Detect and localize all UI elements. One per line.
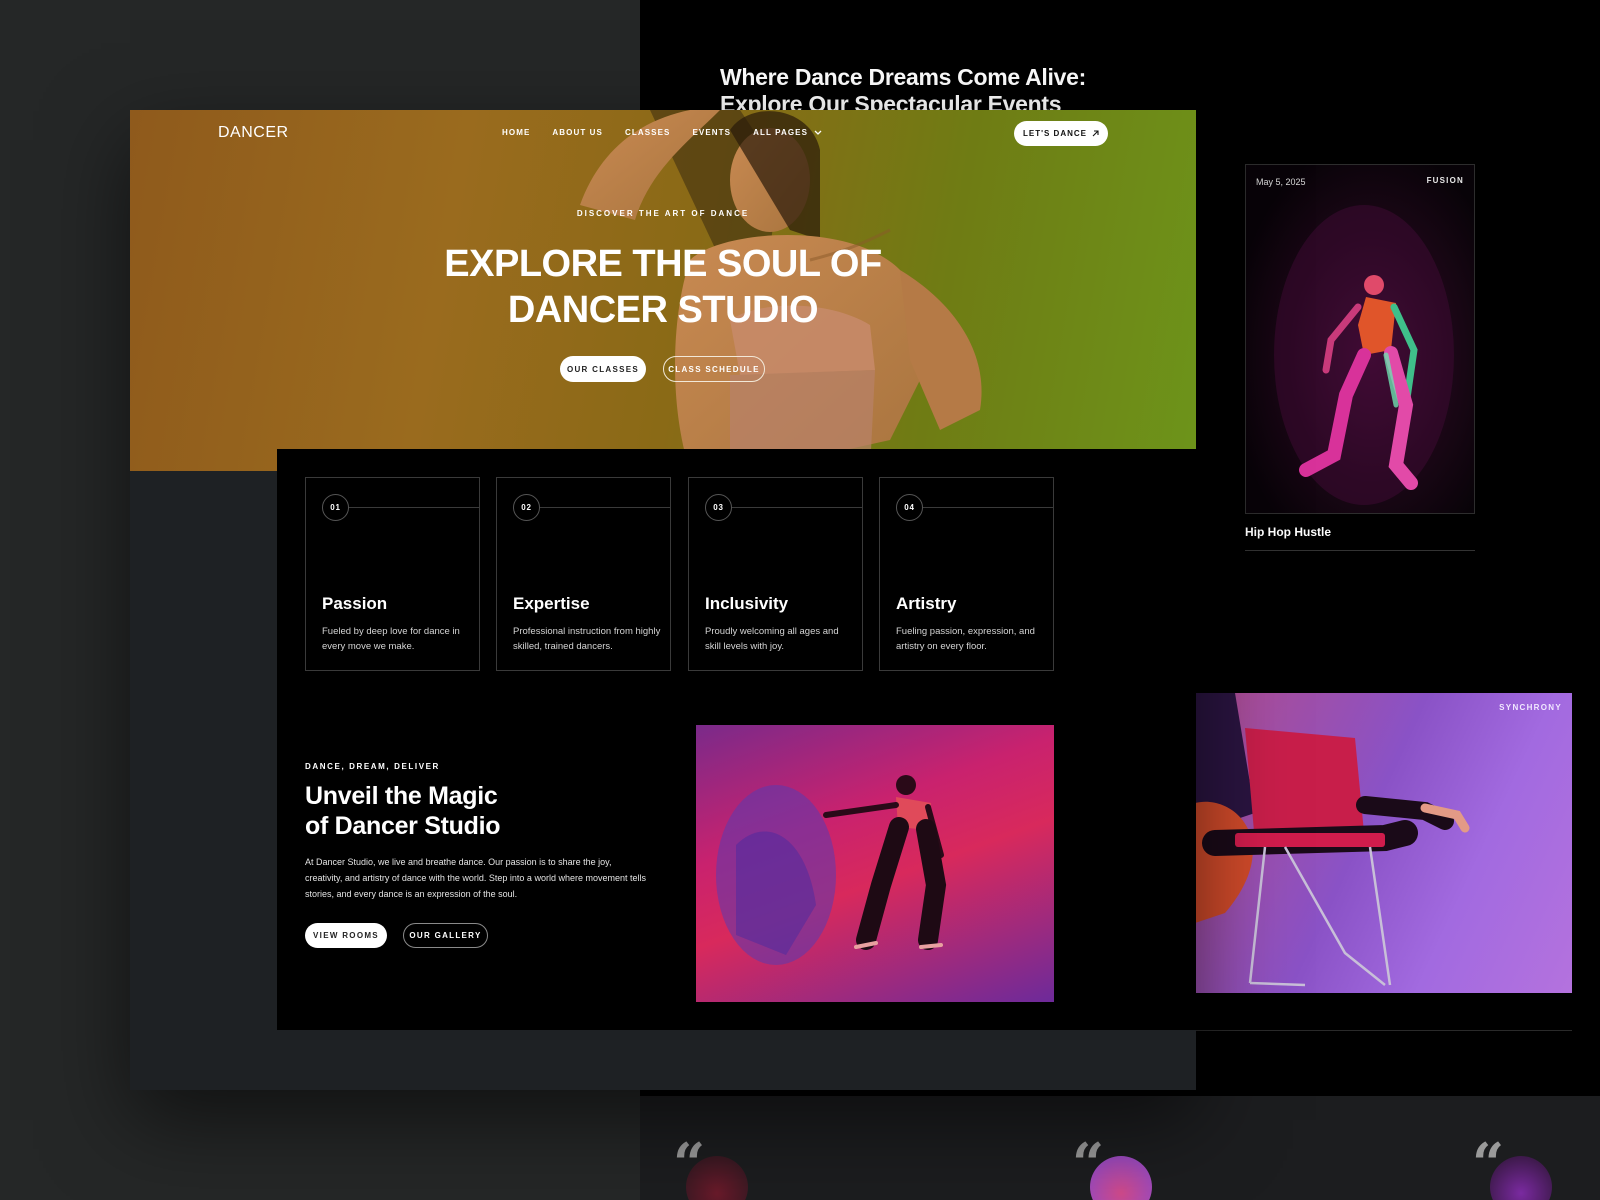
about-title-line1: Unveil the Magic — [305, 782, 498, 810]
event-date: May 5, 2025 — [1256, 177, 1306, 187]
feature-description: Fueled by deep love for dance in every m… — [322, 626, 460, 652]
nav-all-pages-label: ALL PAGES — [753, 128, 809, 137]
about-photo — [696, 725, 1054, 1002]
event-card-synchrony[interactable]: SYNCHRONY — [1195, 693, 1572, 993]
hero-eyebrow: DISCOVER THE ART OF DANCE — [576, 209, 750, 218]
feature-description: Fueling passion, expression, and artistr… — [896, 626, 1035, 652]
class-schedule-button[interactable]: CLASS SCHEDULE — [663, 356, 765, 382]
chevron-down-icon — [814, 130, 822, 135]
feature-divider — [540, 507, 670, 508]
event-tag: FUSION — [1426, 176, 1464, 185]
feature-card-inclusivity: 03 Inclusivity Proudly welcoming all age… — [688, 477, 863, 671]
event-card-hip-hop[interactable]: May 5, 2025 FUSION — [1245, 164, 1475, 514]
event-tag-synchrony: SYNCHRONY — [1499, 703, 1562, 712]
feature-number: 04 — [896, 494, 923, 521]
nav-classes[interactable]: CLASSES — [625, 128, 671, 137]
hero-title-line2: DANCER STUDIO — [507, 289, 819, 331]
testimonials-strip: “ “ “ — [640, 1096, 1600, 1200]
feature-card-expertise: 02 Expertise Professional instruction fr… — [496, 477, 671, 671]
feature-description: Professional instruction from highly ski… — [513, 626, 661, 652]
nav-about-us[interactable]: ABOUT US — [552, 128, 603, 137]
feature-number: 03 — [705, 494, 732, 521]
lets-dance-button[interactable]: LET'S DANCE — [1014, 121, 1108, 146]
our-classes-button[interactable]: OUR CLASSES — [560, 356, 646, 382]
view-rooms-button[interactable]: VIEW ROOMS — [305, 923, 387, 948]
nav-home[interactable]: HOME — [502, 128, 530, 137]
about-title: Unveil the Magic of Dancer Studio — [305, 781, 605, 841]
dancer-magenta-photo — [716, 775, 947, 965]
nav-events[interactable]: EVENTS — [692, 128, 731, 137]
feature-card-passion: 01 Passion Fueled by deep love for dance… — [305, 477, 480, 671]
feature-description: Proudly welcoming all ages and skill lev… — [705, 626, 839, 652]
feature-title: Expertise — [513, 594, 590, 613]
lets-dance-label: LET'S DANCE — [1022, 129, 1087, 138]
nav-all-pages[interactable]: ALL PAGES — [753, 128, 822, 137]
main-nav: HOME ABOUT US CLASSES EVENTS ALL PAGES — [502, 128, 822, 137]
feature-number: 01 — [322, 494, 349, 521]
feature-divider — [732, 507, 862, 508]
home-page-panel: DANCER HOME ABOUT US CLASSES EVENTS ALL … — [130, 110, 1196, 1090]
hero-section: DANCER HOME ABOUT US CLASSES EVENTS ALL … — [130, 110, 1196, 471]
feature-card-artistry: 04 Artistry Fueling passion, expression,… — [879, 477, 1054, 671]
feature-number: 02 — [513, 494, 540, 521]
dancer-chair-photo — [1195, 693, 1470, 987]
feature-title: Passion — [322, 594, 388, 613]
feature-divider — [349, 507, 479, 508]
event-divider — [1245, 550, 1475, 551]
about-body: At Dancer Studio, we live and breathe da… — [305, 857, 646, 899]
brand-logo[interactable]: DANCER — [218, 124, 289, 142]
feature-divider — [923, 507, 1053, 508]
our-gallery-button[interactable]: OUR GALLERY — [403, 923, 488, 948]
hero-title: EXPLORE THE SOUL OF DANCER STUDIO — [130, 241, 1196, 333]
event-title[interactable]: Hip Hop Hustle — [1245, 525, 1331, 539]
dancer-photo-neon — [1274, 205, 1454, 505]
feature-title: Artistry — [896, 594, 957, 613]
content-section: 01 Passion Fueled by deep love for dance… — [277, 449, 1196, 1030]
arrow-up-right-icon — [1092, 130, 1099, 137]
hero-title-line1: EXPLORE THE SOUL OF — [444, 243, 882, 285]
about-eyebrow: DANCE, DREAM, DELIVER — [305, 762, 440, 771]
event-divider-2 — [1195, 1030, 1572, 1031]
feature-title: Inclusivity — [705, 594, 789, 613]
about-title-line2: of Dancer Studio — [305, 812, 501, 840]
